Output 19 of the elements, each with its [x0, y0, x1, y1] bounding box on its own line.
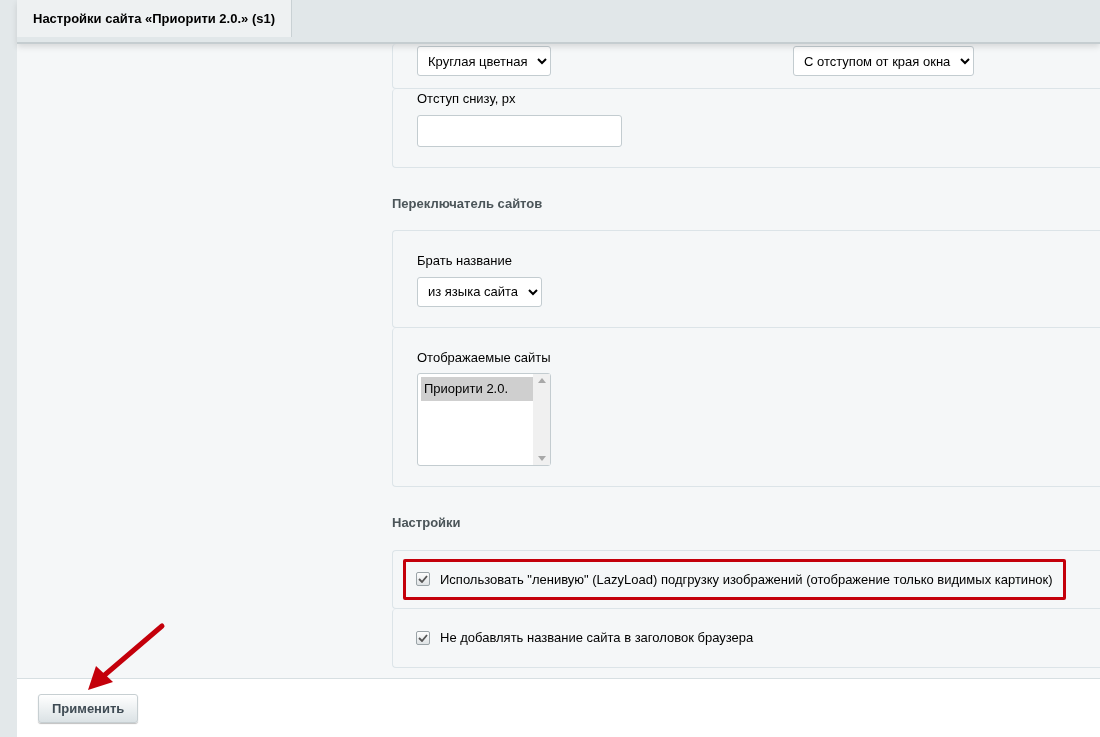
- input-field[interactable]: [417, 114, 622, 147]
- checkbox[interactable]: [416, 572, 430, 587]
- scroll-up-icon[interactable]: [537, 378, 546, 384]
- field-label: Отображаемые сайты: [417, 348, 552, 367]
- tab[interactable]: Настройки сайта «Приорити 2.0.» (s1): [17, 0, 292, 37]
- dropdown[interactable]: Круглая цветная: [417, 46, 551, 76]
- section-heading: Переключатель сайтов: [392, 194, 544, 213]
- section-heading: Настройки: [392, 514, 462, 533]
- apply-button[interactable]: Применить: [38, 694, 139, 723]
- list-box[interactable]: Приорити 2.0.: [417, 373, 551, 467]
- checkbox-label: Не добавлять название сайта в заголовок браузера: [440, 629, 754, 648]
- checkbox[interactable]: [416, 630, 430, 645]
- dropdown[interactable]: из языка сайта: [417, 276, 542, 307]
- field-label: Отступ снизу, px: [417, 90, 517, 108]
- scroll-down-icon[interactable]: [537, 456, 546, 462]
- checkbox-label: Использовать "ленивую" (LazyLoad) подгрузку изображений (отображение только видимых картинок): [440, 570, 1053, 589]
- dropdown[interactable]: С отступом от края окна: [793, 46, 974, 76]
- list-option[interactable]: Приорити 2.0.: [421, 377, 533, 401]
- field-label: Брать название: [417, 252, 513, 271]
